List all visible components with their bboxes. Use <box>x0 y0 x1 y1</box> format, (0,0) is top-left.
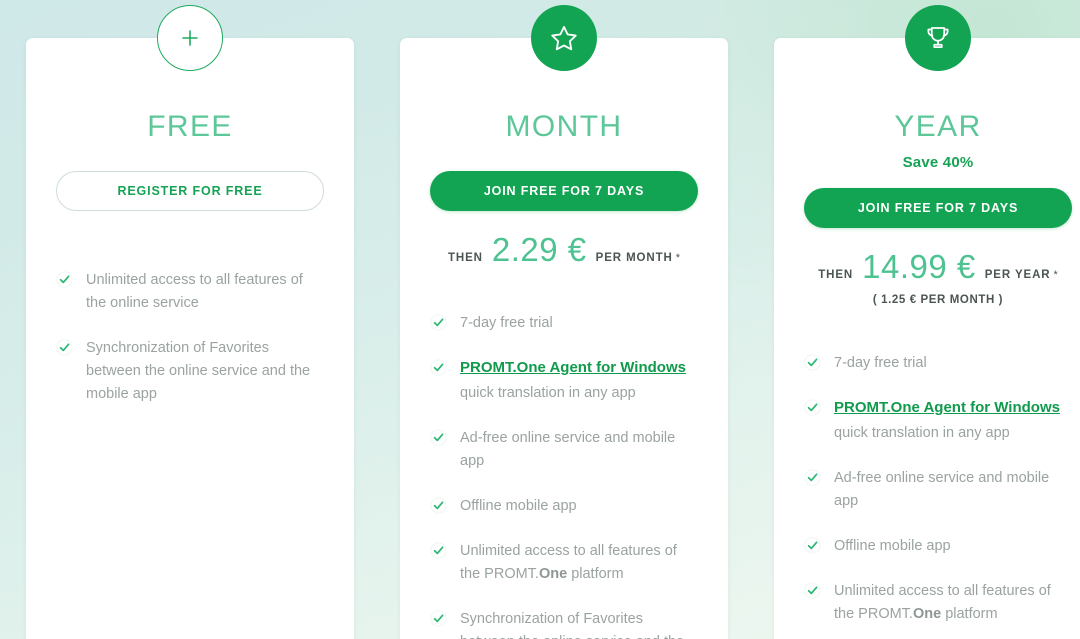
trophy-icon <box>905 5 971 71</box>
feature-list-month: 7-day free trial PROMT.One Agent for Win… <box>430 312 698 639</box>
register-for-free-button[interactable]: REGISTER FOR FREE <box>56 171 324 211</box>
list-item: Offline mobile app <box>430 495 698 518</box>
check-icon <box>804 399 821 416</box>
list-item: PROMT.One Agent for Windows quick transl… <box>804 397 1072 445</box>
feature-subtext: quick translation in any app <box>834 425 1010 441</box>
status-badge-save: Save 40% <box>902 154 974 171</box>
price-value: 14.99 € <box>862 248 976 285</box>
feature-text: Synchronization of Favorites between the… <box>460 611 684 639</box>
list-item: Synchronization of Favorites between the… <box>56 337 324 406</box>
check-icon <box>430 542 447 559</box>
feature-text: PROMT.One Agent for Windows quick transl… <box>460 357 686 405</box>
check-icon <box>804 582 821 599</box>
feature-text: Synchronization of Favorites between the… <box>86 340 311 402</box>
feature-text-bold: One <box>538 566 568 582</box>
feature-list-free: Unlimited access to all features of the … <box>56 269 324 406</box>
list-item: Ad-free online service and mobile app <box>430 427 698 473</box>
list-item: Ad-free online service and mobile app <box>804 467 1072 513</box>
list-item: 7-day free trial <box>430 312 698 335</box>
feature-subtext: quick translation in any app <box>460 385 636 401</box>
feature-list-year: 7-day free trial PROMT.One Agent for Win… <box>804 352 1072 639</box>
page-title-year: YEAR <box>894 110 982 143</box>
price-value: 2.29 € <box>491 231 587 268</box>
feature-text: Unlimited access to all features of the … <box>460 540 698 586</box>
check-icon <box>430 314 447 331</box>
price-period: PER MONTH <box>595 252 673 264</box>
price-label: THEN <box>447 252 483 264</box>
pricing-plans-container: FREE REGISTER FOR FREE Unlimited access … <box>0 0 1080 639</box>
check-icon <box>804 469 821 486</box>
pricing-card-free: FREE REGISTER FOR FREE Unlimited access … <box>26 5 354 639</box>
page-title-free: FREE <box>147 110 233 143</box>
feature-text-bold: One <box>912 606 942 622</box>
list-item: Synchronization of Favorites between the… <box>430 608 698 639</box>
check-icon <box>56 339 73 356</box>
price-asterisk: * <box>675 252 681 264</box>
check-icon <box>430 359 447 376</box>
join-free-for-7-days-button-year[interactable]: JOIN FREE FOR 7 DAYS <box>804 188 1072 228</box>
price-row-month: THEN 2.29 € PER MONTH * <box>430 233 698 266</box>
feature-text-suffix: platform <box>567 566 624 582</box>
list-item: Unlimited access to all features of the … <box>56 269 324 315</box>
list-item: PROMT.One Agent for Windows quick transl… <box>430 357 698 405</box>
price-row-year: THEN 14.99 € PER YEAR * <box>804 250 1072 283</box>
pricing-card-year: YEAR Save 40% JOIN FREE FOR 7 DAYS THEN … <box>774 5 1080 639</box>
check-icon <box>804 537 821 554</box>
price-sub-monthly: ( 1.25 € PER MONTH ) <box>872 294 1004 306</box>
list-item: Unlimited access to all features of the … <box>430 540 698 586</box>
list-item: 7-day free trial <box>804 352 1072 375</box>
page-title-month: MONTH <box>505 110 623 143</box>
feature-text: PROMT.One Agent for Windows quick transl… <box>834 397 1060 445</box>
price-period: PER YEAR <box>984 269 1051 281</box>
join-free-for-7-days-button-month[interactable]: JOIN FREE FOR 7 DAYS <box>430 171 698 211</box>
price-label: THEN <box>818 269 854 281</box>
star-icon <box>531 5 597 71</box>
feature-text: Unlimited access to all features of the … <box>86 272 303 311</box>
check-icon <box>430 497 447 514</box>
pricing-card-month: MONTH JOIN FREE FOR 7 DAYS THEN 2.29 € P… <box>400 5 728 639</box>
check-icon <box>56 271 73 288</box>
list-item: Unlimited access to all features of the … <box>804 580 1072 626</box>
feature-text: Offline mobile app <box>834 538 951 554</box>
plus-icon <box>157 5 223 71</box>
list-item: Offline mobile app <box>804 535 1072 558</box>
feature-text: Offline mobile app <box>460 498 577 514</box>
feature-text: Unlimited access to all features of the … <box>834 580 1072 626</box>
feature-text: Ad-free online service and mobile app <box>460 430 676 469</box>
feature-text: 7-day free trial <box>834 355 927 371</box>
check-icon <box>430 610 447 627</box>
promt-one-agent-link[interactable]: PROMT.One Agent for Windows <box>460 359 686 376</box>
check-icon <box>430 429 447 446</box>
feature-text-suffix: platform <box>941 606 998 622</box>
promt-one-agent-link[interactable]: PROMT.One Agent for Windows <box>834 399 1060 416</box>
feature-text: Ad-free online service and mobile app <box>834 470 1050 509</box>
feature-text: 7-day free trial <box>460 315 553 331</box>
check-icon <box>804 354 821 371</box>
price-asterisk: * <box>1053 269 1058 281</box>
